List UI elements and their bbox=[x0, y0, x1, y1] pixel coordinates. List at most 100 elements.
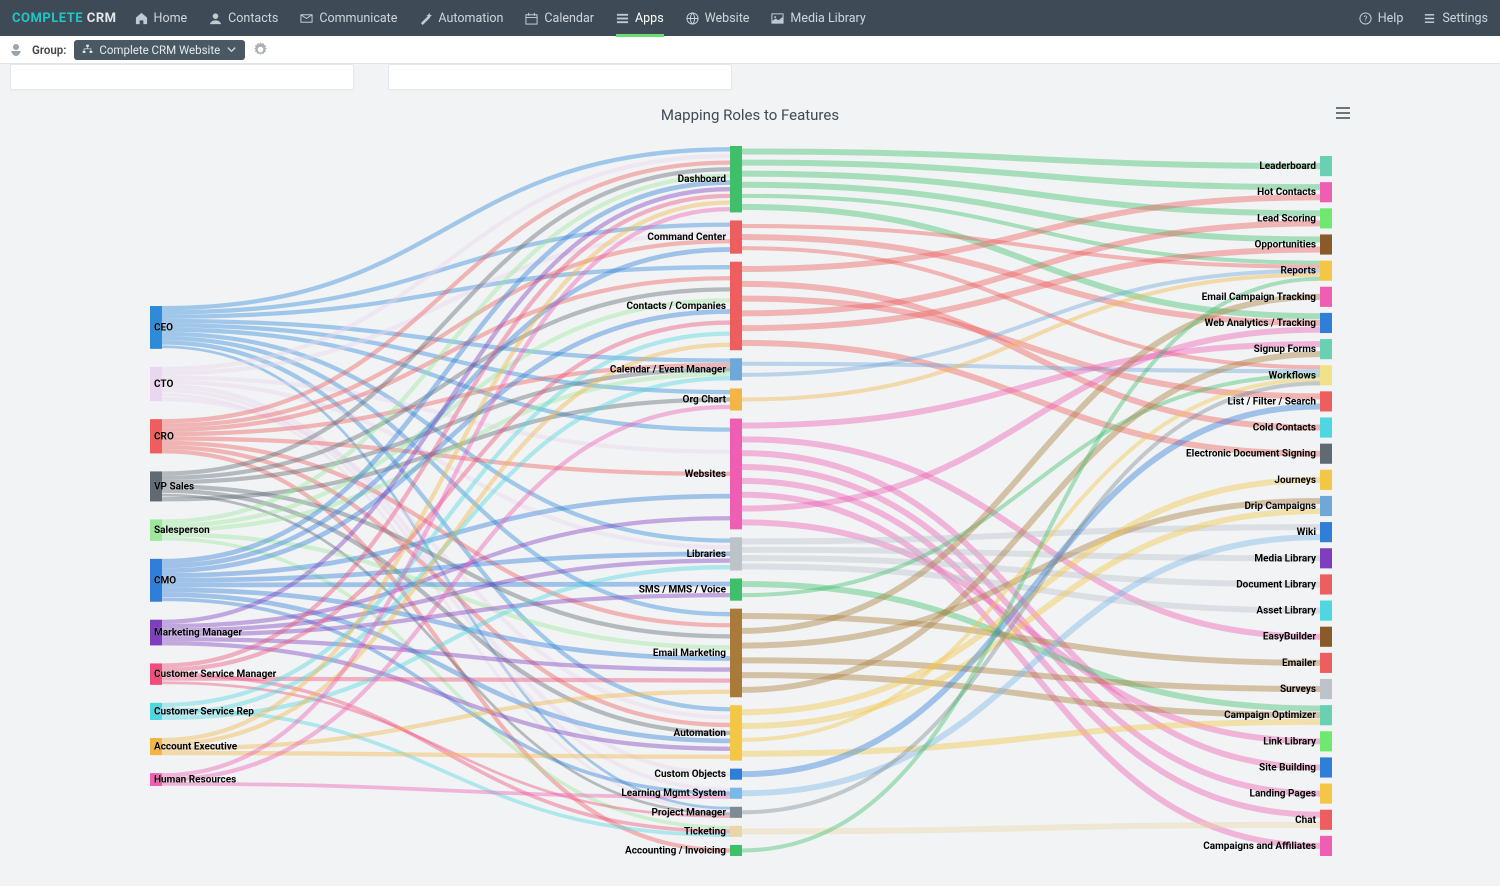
chart-hamburger-menu[interactable] bbox=[1334, 104, 1352, 126]
main-navbar: COMPLETE CRM HomeContactsCommunicateAuto… bbox=[0, 0, 1500, 36]
sankey-node[interactable] bbox=[1320, 653, 1332, 673]
sankey-node[interactable] bbox=[730, 146, 742, 212]
sankey-node[interactable] bbox=[1320, 208, 1332, 228]
sankey-node[interactable] bbox=[1320, 548, 1332, 568]
group-row: Group: Complete CRM Website bbox=[0, 36, 1500, 64]
sankey-node-label: Asset Library bbox=[1256, 606, 1317, 617]
bug-icon bbox=[8, 42, 24, 58]
sankey-node-label: CMO bbox=[154, 575, 176, 586]
sankey-node[interactable] bbox=[1320, 313, 1332, 333]
nav-website[interactable]: Website bbox=[686, 11, 750, 26]
sankey-node[interactable] bbox=[730, 220, 742, 253]
sankey-node[interactable] bbox=[1320, 731, 1332, 751]
sankey-node[interactable] bbox=[1320, 574, 1332, 594]
sankey-node[interactable] bbox=[730, 807, 742, 818]
sankey-node[interactable] bbox=[1320, 705, 1332, 725]
sankey-chart-wrap: Mapping Roles to Features CEOCTOCROVP Sa… bbox=[0, 106, 1500, 886]
sankey-node-label: Email Marketing bbox=[653, 648, 726, 659]
gear-icon[interactable] bbox=[253, 42, 268, 57]
sankey-node[interactable] bbox=[1320, 679, 1332, 699]
sankey-node-label: Calendar / Event Manager bbox=[610, 364, 726, 375]
sankey-node-label: Landing Pages bbox=[1250, 789, 1316, 800]
sankey-node-label: Account Executive bbox=[154, 742, 238, 753]
sankey-node[interactable] bbox=[730, 609, 742, 698]
sankey-node-label: Accounting / Invoicing bbox=[625, 845, 726, 856]
sankey-node[interactable] bbox=[1320, 365, 1332, 385]
sankey-node-label: Dashboard bbox=[678, 174, 727, 185]
sankey-node-label: Libraries bbox=[687, 549, 726, 560]
sankey-node-label: Human Resources bbox=[154, 775, 236, 786]
nav-communicate[interactable]: Communicate bbox=[300, 11, 397, 26]
sankey-chart[interactable]: CEOCTOCROVP SalesSalespersonCMOMarketing… bbox=[0, 126, 1500, 886]
nav-calendar[interactable]: Calendar bbox=[525, 11, 594, 26]
sankey-node[interactable] bbox=[1320, 287, 1332, 307]
nav-home[interactable]: Home bbox=[135, 11, 188, 26]
help-icon: ? bbox=[1359, 12, 1372, 25]
sankey-node-label: Org Chart bbox=[683, 394, 727, 405]
sankey-node[interactable] bbox=[730, 769, 742, 780]
sankey-node[interactable] bbox=[1320, 339, 1332, 359]
mail-icon bbox=[300, 12, 313, 25]
sankey-node[interactable] bbox=[1320, 836, 1332, 856]
sankey-node[interactable] bbox=[730, 788, 742, 799]
sankey-node[interactable] bbox=[1320, 757, 1332, 777]
sankey-node[interactable] bbox=[1320, 417, 1332, 437]
sankey-node[interactable] bbox=[1320, 522, 1332, 542]
sankey-node-label: Campaigns and Affiliates bbox=[1203, 841, 1316, 852]
nav-apps[interactable]: Apps bbox=[616, 11, 664, 37]
sankey-node-label: Learning Mgmt System bbox=[621, 788, 726, 799]
sankey-node-label: Leaderboard bbox=[1259, 161, 1316, 172]
sankey-node[interactable] bbox=[1320, 627, 1332, 647]
nav-media-library[interactable]: Media Library bbox=[771, 11, 865, 26]
sankey-node[interactable] bbox=[1320, 391, 1332, 411]
sankey-node-label: Opportunities bbox=[1255, 240, 1317, 251]
sankey-node-label: Emailer bbox=[1282, 658, 1316, 669]
sankey-node[interactable] bbox=[1320, 444, 1332, 464]
sankey-node-label: Wiki bbox=[1297, 527, 1317, 538]
sankey-node[interactable] bbox=[730, 579, 742, 601]
sankey-node[interactable] bbox=[730, 705, 742, 760]
sankey-node-label: SMS / MMS / Voice bbox=[639, 585, 727, 596]
sankey-node[interactable] bbox=[730, 388, 742, 410]
sankey-node[interactable] bbox=[730, 358, 742, 380]
sankey-node[interactable] bbox=[730, 537, 742, 570]
sankey-node-label: Drip Campaigns bbox=[1244, 501, 1316, 512]
sankey-node[interactable] bbox=[1320, 810, 1332, 830]
sankey-node-label: Document Library bbox=[1236, 579, 1317, 590]
nav-automation[interactable]: Automation bbox=[419, 11, 503, 26]
grid-icon bbox=[616, 12, 629, 25]
nav-items: Home Contacts Communicate Automation Calenda… bbox=[135, 0, 1359, 37]
sankey-node[interactable] bbox=[1320, 156, 1332, 176]
nav-help[interactable]: ?Help bbox=[1359, 11, 1404, 26]
sankey-node-label: Workflows bbox=[1269, 370, 1317, 381]
sankey-node-label: CRO bbox=[154, 431, 174, 442]
sankey-node-label: CEO bbox=[154, 322, 173, 333]
menu-icon bbox=[1423, 12, 1436, 25]
sankey-node-label: Contacts / Companies bbox=[626, 301, 726, 312]
sankey-node[interactable] bbox=[1320, 182, 1332, 202]
magic-icon bbox=[419, 12, 432, 25]
sankey-node[interactable] bbox=[730, 845, 742, 856]
sankey-node[interactable] bbox=[1320, 601, 1332, 621]
sankey-node-label: EasyBuilder bbox=[1263, 632, 1316, 643]
sankey-node[interactable] bbox=[730, 262, 742, 351]
sankey-node[interactable] bbox=[1320, 261, 1332, 281]
group-dropdown[interactable]: Complete CRM Website bbox=[74, 40, 245, 60]
nav-contacts[interactable]: Contacts bbox=[209, 11, 278, 26]
sankey-node-label: Web Analytics / Tracking bbox=[1205, 318, 1317, 329]
sankey-node[interactable] bbox=[730, 826, 742, 837]
sankey-node-label: Hot Contacts bbox=[1257, 187, 1316, 198]
sankey-node-label: Marketing Manager bbox=[154, 628, 242, 639]
sankey-link[interactable] bbox=[742, 174, 1320, 214]
sankey-node[interactable] bbox=[1320, 470, 1332, 490]
sankey-node[interactable] bbox=[1320, 496, 1332, 516]
sankey-node[interactable] bbox=[1320, 784, 1332, 804]
nav-settings[interactable]: Settings bbox=[1423, 11, 1488, 26]
sankey-node[interactable] bbox=[1320, 234, 1332, 254]
sankey-node-label: Customer Service Manager bbox=[154, 669, 277, 680]
sankey-node-label: Cold Contacts bbox=[1253, 423, 1316, 434]
sankey-node[interactable] bbox=[730, 419, 742, 530]
sankey-node-label: Command Center bbox=[647, 232, 726, 243]
sankey-node-label: Customer Service Rep bbox=[154, 706, 254, 717]
card-area bbox=[0, 64, 1500, 90]
